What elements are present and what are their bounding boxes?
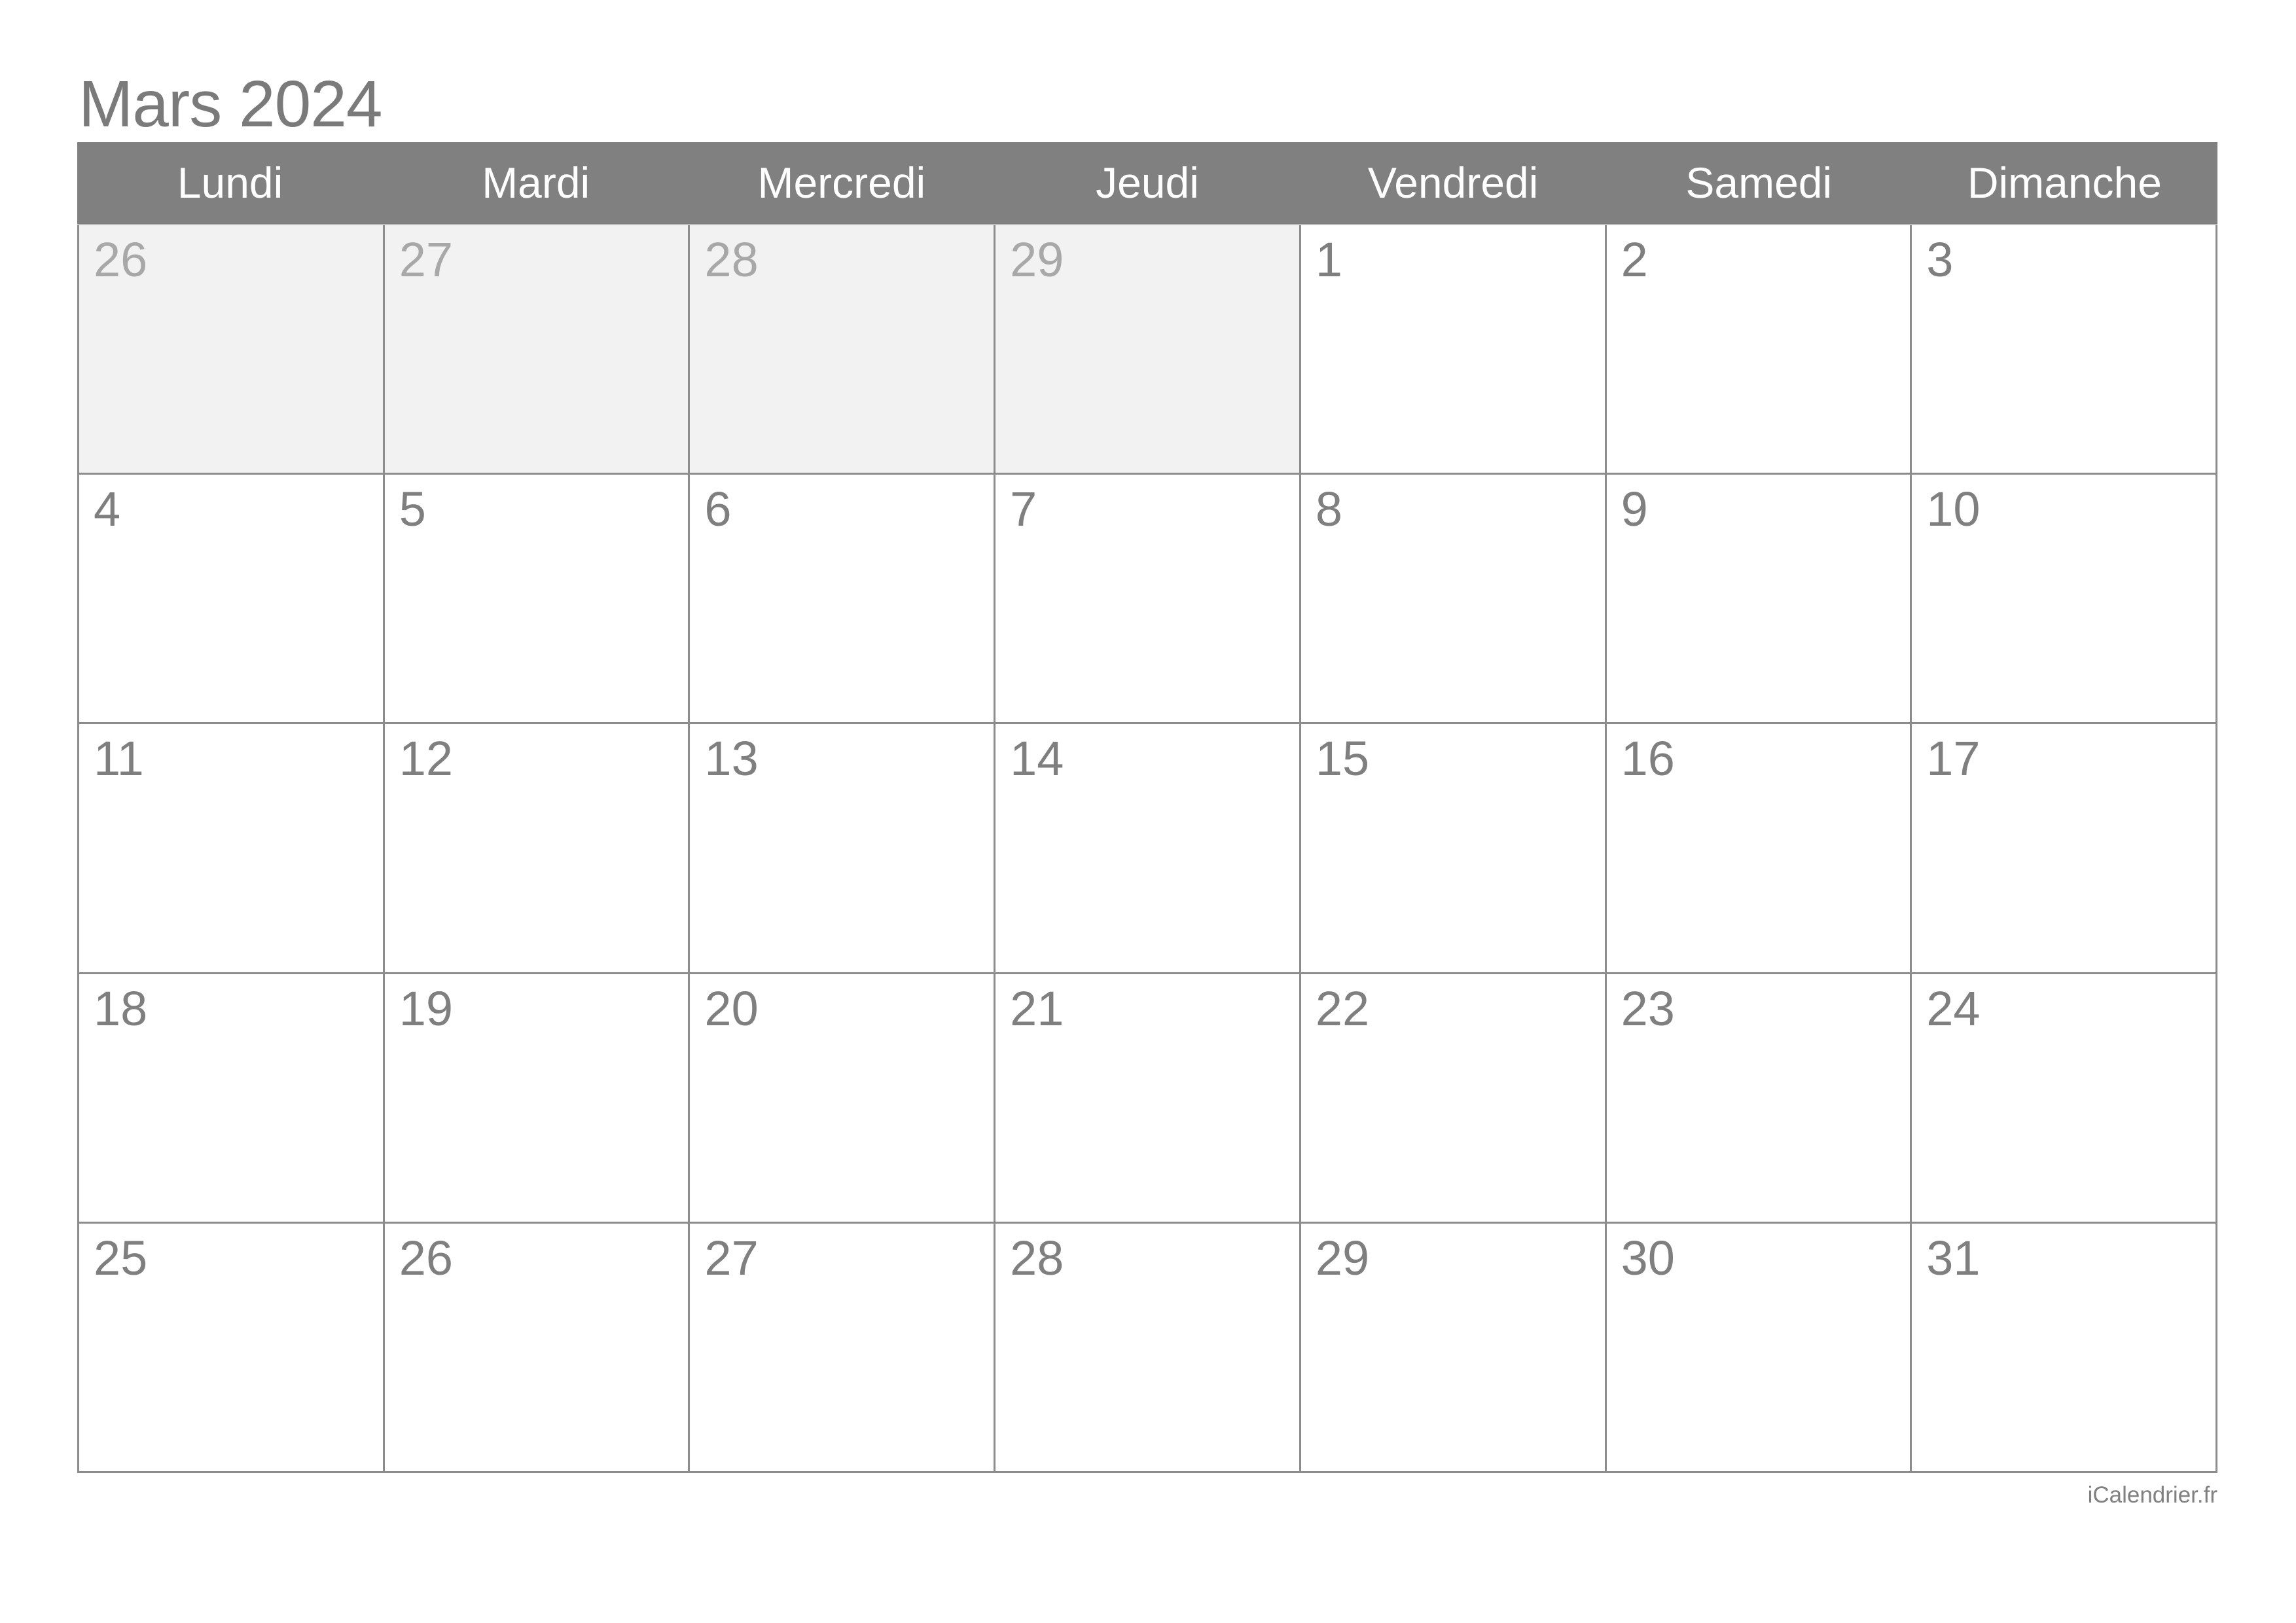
day-cell: 19 [384, 974, 691, 1224]
day-number: 31 [1926, 1230, 1981, 1285]
day-cell: 26 [384, 1223, 691, 1473]
day-number: 29 [1315, 1230, 1370, 1285]
day-cell: 28 [996, 1223, 1301, 1473]
weekday-friday: Vendredi [1367, 158, 1539, 207]
day-cell: 17 [1912, 724, 2217, 974]
day-cell: 25 [79, 1223, 385, 1473]
day-number: 30 [1621, 1230, 1675, 1285]
day-number: 24 [1926, 981, 1981, 1036]
day-cell: 13 [690, 724, 996, 974]
day-number: 17 [1926, 731, 1981, 786]
day-cell: 24 [1912, 974, 2217, 1224]
day-number: 13 [704, 731, 759, 786]
day-number: 22 [1315, 981, 1370, 1036]
day-number: 27 [399, 232, 454, 287]
day-cell: 6 [690, 475, 996, 725]
weekday-thursday: Jeudi [1096, 158, 1199, 207]
weekday-saturday: Samedi [1685, 158, 1833, 207]
day-cell: 5 [384, 475, 691, 725]
day-number: 16 [1621, 731, 1675, 786]
day-cell: 22 [1300, 974, 1607, 1224]
day-cell: 2 [1606, 225, 1912, 475]
day-cell: 27 [384, 225, 691, 475]
day-number: 10 [1926, 482, 1981, 537]
day-number: 29 [1010, 232, 1064, 287]
day-number: 28 [1010, 1230, 1064, 1285]
day-number: 21 [1010, 981, 1064, 1036]
day-number: 9 [1621, 482, 1648, 537]
weekday-tuesday: Mardi [482, 158, 590, 207]
day-cell: 15 [1300, 724, 1607, 974]
day-number: 11 [94, 731, 144, 786]
day-number: 5 [399, 482, 426, 537]
weekday-wednesday: Mercredi [757, 158, 926, 207]
day-cell: 28 [690, 225, 996, 475]
day-cell: 4 [79, 475, 385, 725]
day-cell: 8 [1300, 475, 1607, 725]
day-cell: 1 [1300, 225, 1607, 475]
site-credit: iCalendrier.fr [2087, 1482, 2217, 1508]
day-cell: 10 [1912, 475, 2217, 725]
day-number: 19 [399, 981, 454, 1036]
day-number: 4 [94, 482, 121, 537]
day-number: 2 [1621, 232, 1648, 287]
day-cell: 31 [1912, 1223, 2217, 1473]
day-number: 26 [94, 232, 148, 287]
day-cell: 16 [1606, 724, 1912, 974]
day-number: 20 [704, 981, 759, 1036]
day-number: 8 [1315, 482, 1342, 537]
day-cell: 26 [79, 225, 385, 475]
day-number: 14 [1010, 731, 1064, 786]
day-number: 6 [704, 482, 732, 537]
weekday-monday: Lundi [177, 158, 283, 207]
day-cell: 29 [996, 225, 1301, 475]
calendar-title: Mars 2024 [79, 67, 382, 141]
day-cell: 27 [690, 1223, 996, 1473]
day-cell: 23 [1606, 974, 1912, 1224]
day-cell: 7 [996, 475, 1301, 725]
day-cell: 30 [1606, 1223, 1912, 1473]
day-number: 15 [1315, 731, 1370, 786]
day-cell: 20 [690, 974, 996, 1224]
day-cell: 12 [384, 724, 691, 974]
day-number: 26 [399, 1230, 454, 1285]
day-number: 27 [704, 1230, 759, 1285]
day-number: 1 [1315, 232, 1342, 287]
weekday-header: Lundi Mardi Mercredi Jeudi Vendredi Same… [77, 142, 2217, 225]
day-grid: 26 27 28 29 1 2 3 4 5 6 7 8 9 10 11 12 1… [77, 225, 2217, 1473]
day-number: 3 [1926, 232, 1954, 287]
day-cell: 11 [79, 724, 385, 974]
day-number: 7 [1010, 482, 1037, 537]
day-cell: 14 [996, 724, 1301, 974]
day-cell: 21 [996, 974, 1301, 1224]
month-calendar: Lundi Mardi Mercredi Jeudi Vendredi Same… [77, 142, 2217, 1473]
day-cell: 3 [1912, 225, 2217, 475]
day-cell: 18 [79, 974, 385, 1224]
day-number: 18 [94, 981, 148, 1036]
weekday-sunday: Dimanche [1967, 158, 2162, 207]
day-number: 28 [704, 232, 759, 287]
day-number: 25 [94, 1230, 148, 1285]
day-number: 23 [1621, 981, 1675, 1036]
day-cell: 29 [1300, 1223, 1607, 1473]
day-number: 12 [399, 731, 454, 786]
day-cell: 9 [1606, 475, 1912, 725]
